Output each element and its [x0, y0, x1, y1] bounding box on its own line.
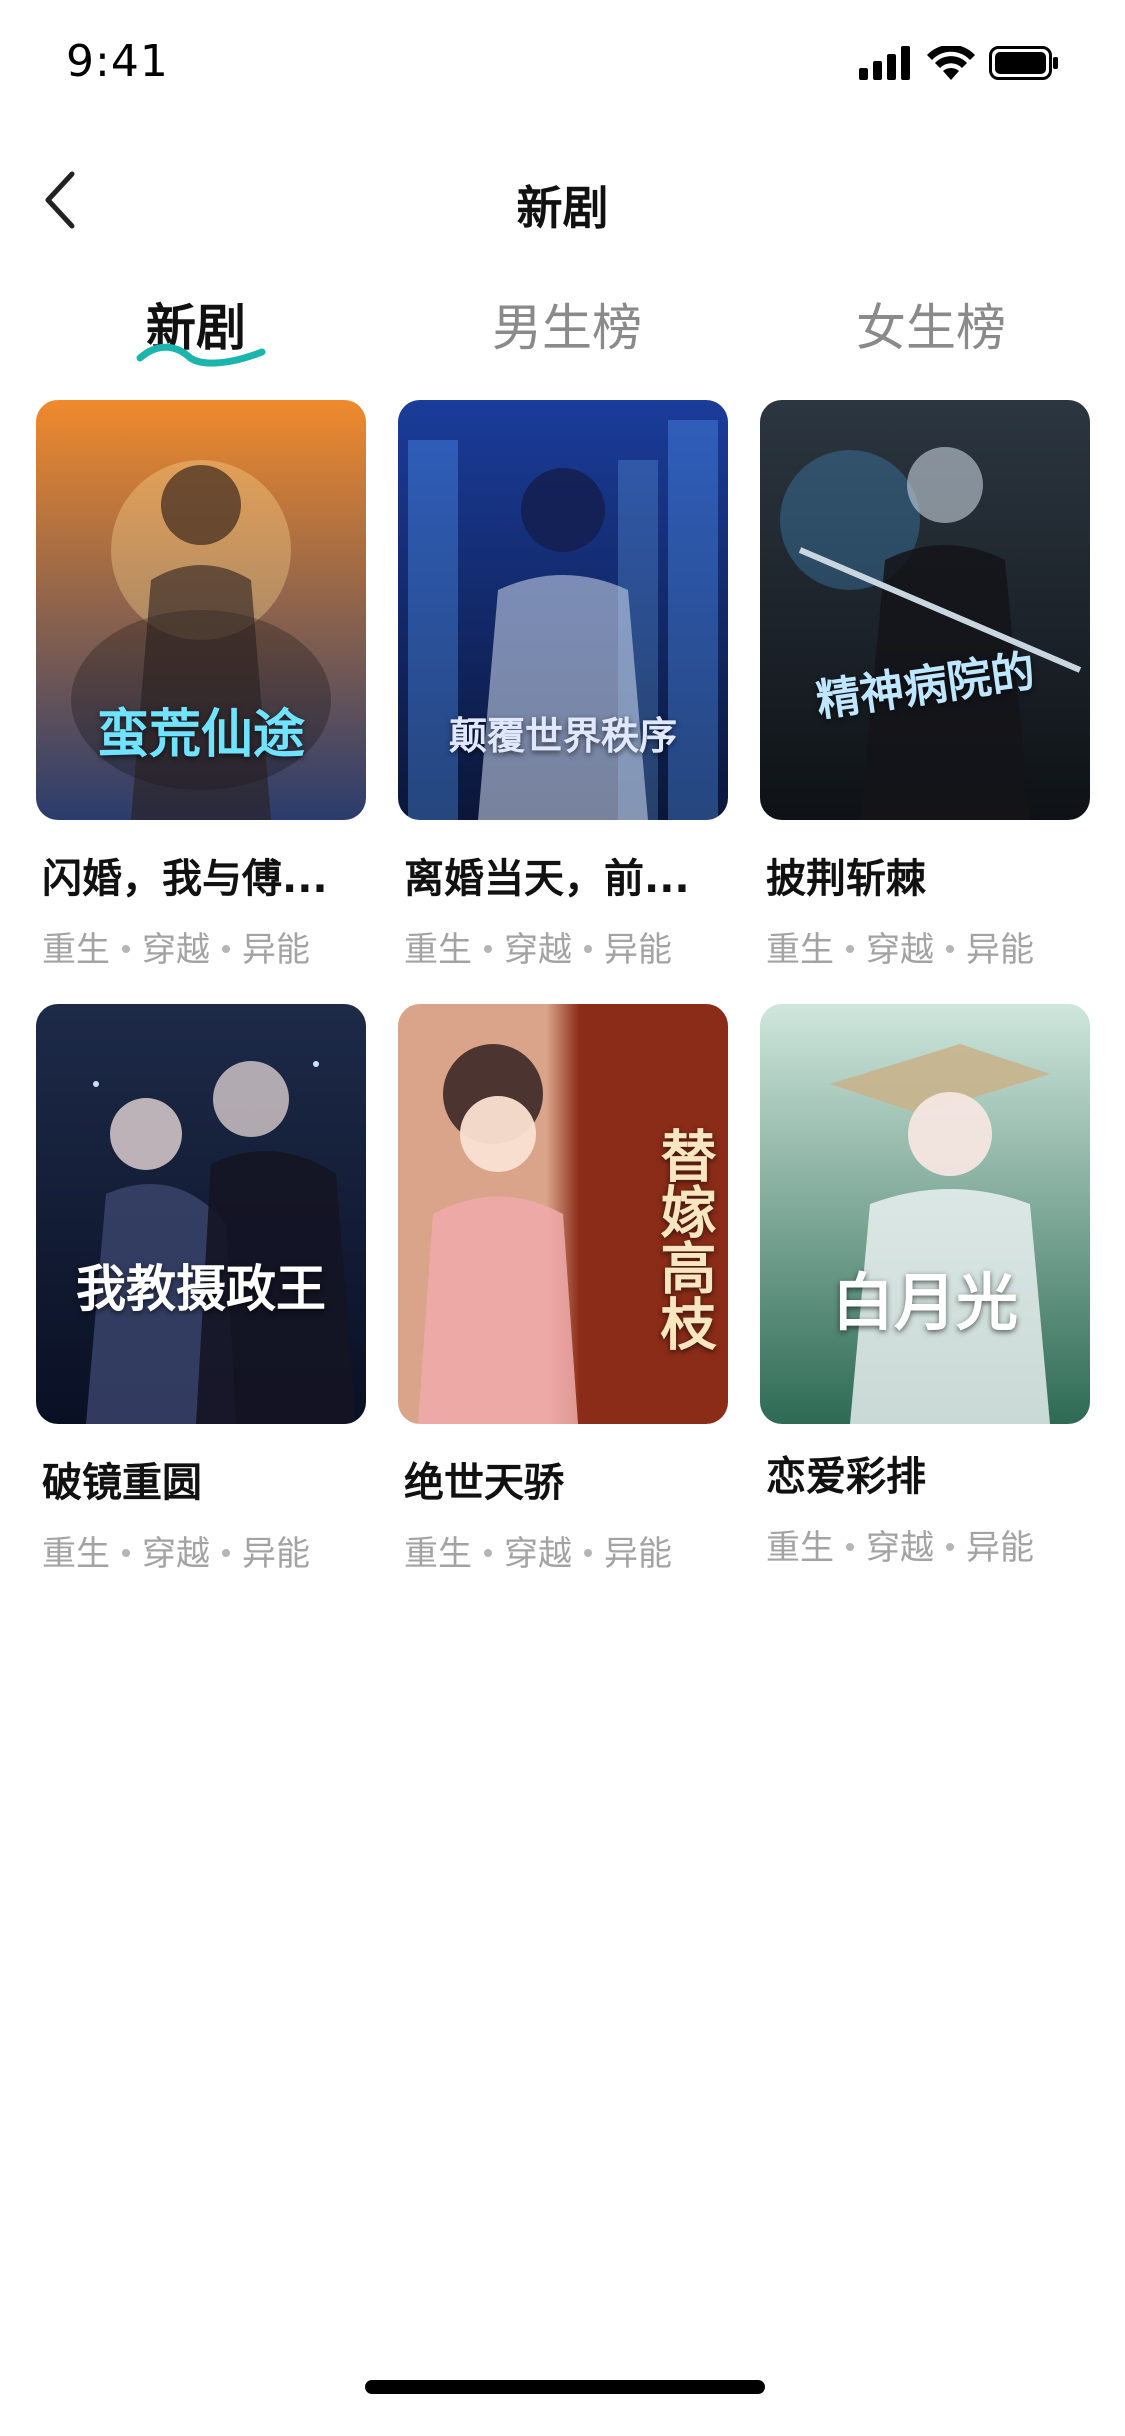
book-tags: 重生 穿越 异能 [36, 922, 366, 971]
dot-separator [584, 1548, 592, 1557]
book-card[interactable]: 我教摄政王 破镜重圆 重生 穿越 异能 [36, 1004, 366, 1575]
tab-female-ranking[interactable]: 女生榜 [856, 288, 1006, 360]
book-card[interactable]: 白月光 恋爱彩排 重生 穿越 异能 [760, 1004, 1090, 1569]
book-card[interactable]: 精神病院的 披荆斩棘 重生 穿越 异能 [760, 400, 1090, 971]
battery-icon [989, 46, 1058, 80]
wifi-icon [927, 46, 975, 80]
book-title: 披荆斩棘 [766, 856, 926, 902]
tag: 穿越 [504, 1534, 572, 1574]
dot-separator [122, 1548, 130, 1557]
book-cover[interactable]: 蛮荒仙途 [36, 400, 366, 820]
book-tags: 重生 穿越 异能 [760, 1520, 1090, 1569]
dot-separator [484, 944, 492, 953]
dot-separator [846, 944, 854, 953]
dot-separator [484, 1548, 492, 1557]
cover-title: 颠覆世界秩序 [448, 713, 677, 758]
nav-bar: 新剧 [0, 150, 1125, 250]
tag: 异能 [242, 1534, 310, 1574]
dot-separator [946, 1542, 954, 1551]
cover-title: 替嫁高枝 [651, 1127, 717, 1351]
cover-title: 我教摄政王 [76, 1259, 326, 1318]
tag: 异能 [966, 930, 1034, 970]
book-title: 破镜重圆 [42, 1460, 202, 1506]
tab-bar: 新剧 男生榜 女生榜 [0, 280, 1125, 380]
book-card[interactable]: 颠覆世界秩序 离婚当天，前... 重生 穿越 异能 [398, 400, 728, 971]
book-card[interactable]: 替嫁高枝 绝世天骄 重生 穿越 异能 [398, 1004, 728, 1575]
tab-male-ranking[interactable]: 男生榜 [492, 288, 642, 360]
book-cover[interactable]: 白月光 [760, 1004, 1090, 1424]
book-card[interactable]: 蛮荒仙途 闪婚，我与傅... 重生 穿越 异能 [36, 400, 366, 971]
book-title: 恋爱彩排 [766, 1454, 926, 1500]
home-indicator [365, 2380, 765, 2394]
book-title: 绝世天骄 [404, 1460, 564, 1506]
dot-separator [222, 944, 230, 953]
tag: 重生 [766, 930, 834, 970]
tag: 异能 [604, 1534, 672, 1574]
page-title: 新剧 [516, 181, 609, 235]
dot-separator [222, 1548, 230, 1557]
book-title: 离婚当天，前... [404, 856, 690, 902]
book-cover[interactable]: 我教摄政王 [36, 1004, 366, 1424]
tab-active-indicator [136, 343, 266, 367]
tag: 穿越 [866, 1528, 934, 1568]
book-tags: 重生 穿越 异能 [36, 1526, 366, 1575]
tag: 穿越 [866, 930, 934, 970]
book-cover[interactable]: 替嫁高枝 [398, 1004, 728, 1424]
tag: 异能 [242, 930, 310, 970]
tag: 重生 [766, 1528, 834, 1568]
tag: 重生 [404, 930, 472, 970]
book-tags: 重生 穿越 异能 [398, 922, 728, 971]
tag: 重生 [42, 930, 110, 970]
tag: 重生 [42, 1534, 110, 1574]
tag: 穿越 [142, 1534, 210, 1574]
cover-title: 蛮荒仙途 [96, 704, 305, 765]
dot-separator [946, 944, 954, 953]
book-tags: 重生 穿越 异能 [760, 922, 1090, 971]
status-bar: 9:41 [0, 0, 1125, 132]
cellular-signal-icon [859, 46, 910, 80]
dot-separator [846, 1542, 854, 1551]
book-tags: 重生 穿越 异能 [398, 1526, 728, 1575]
dot-separator [122, 944, 130, 953]
tag: 异能 [604, 930, 672, 970]
tag: 穿越 [504, 930, 572, 970]
tag: 异能 [966, 1528, 1034, 1568]
status-time: 9:41 [66, 36, 169, 87]
book-cover[interactable]: 颠覆世界秩序 [398, 400, 728, 820]
cover-title: 白月光 [831, 1266, 1018, 1339]
tag: 重生 [404, 1534, 472, 1574]
book-title: 闪婚，我与傅... [42, 856, 328, 902]
status-icons [859, 46, 1059, 80]
book-cover[interactable]: 精神病院的 [760, 400, 1090, 820]
tag: 穿越 [142, 930, 210, 970]
dot-separator [584, 944, 592, 953]
